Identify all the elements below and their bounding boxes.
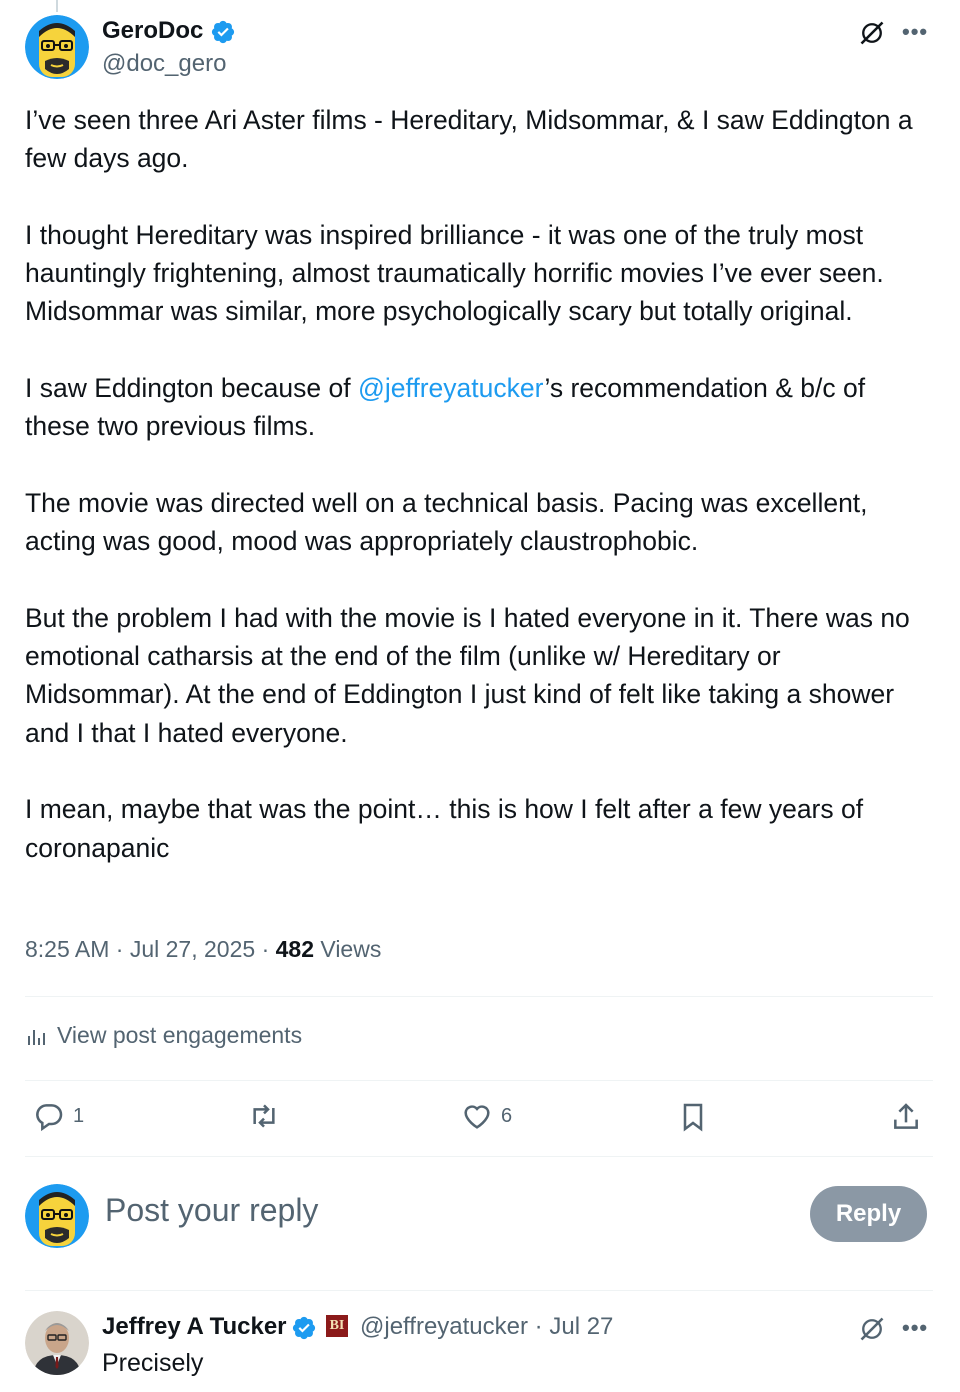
verified-badge-icon: [211, 20, 235, 44]
more-icon[interactable]: •••: [902, 1315, 928, 1341]
divider: [25, 1156, 933, 1157]
reply-submit-button[interactable]: Reply: [810, 1186, 927, 1242]
views-count: 482: [275, 936, 314, 962]
grok-icon[interactable]: [858, 19, 886, 47]
reply-icon: [36, 1104, 63, 1132]
reply-input[interactable]: Post your reply: [105, 1192, 318, 1229]
reply-date[interactable]: Jul 27: [549, 1313, 613, 1340]
mention-link[interactable]: @jeffreyatucker: [358, 373, 544, 403]
like-count: 6: [501, 1104, 513, 1127]
post-text: I’ve seen three Ari Aster films - Heredi…: [25, 101, 935, 867]
thread-connector: [56, 0, 58, 12]
repost-icon: [253, 1104, 275, 1128]
bookmark-icon: [683, 1103, 703, 1132]
reply-button[interactable]: 1: [33, 1100, 84, 1132]
more-icon[interactable]: •••: [902, 19, 928, 45]
post-paragraph: I’ve seen three Ari Aster films - Heredi…: [25, 105, 913, 174]
verified-badge-icon: [292, 1316, 316, 1340]
divider: [25, 996, 933, 997]
affiliation-badge[interactable]: BI: [326, 1315, 348, 1337]
bookmark-button[interactable]: [677, 1100, 709, 1134]
meta-separator: ·: [115, 936, 124, 962]
like-button[interactable]: 6: [461, 1100, 512, 1132]
reply-author-meta: @jeffreyatucker · Jul 27: [360, 1313, 613, 1341]
repost-button[interactable]: [247, 1100, 281, 1132]
divider: [25, 1290, 933, 1291]
views-label: Views: [320, 936, 382, 962]
author-handle[interactable]: @doc_gero: [102, 50, 226, 78]
reply-count: 1: [73, 1104, 85, 1127]
post-paragraph: I mean, maybe that was the point… this i…: [25, 794, 864, 863]
reply-author-handle[interactable]: @jeffreyatucker: [360, 1313, 528, 1340]
post-time[interactable]: 8:25 AM: [25, 936, 109, 962]
post-meta: 8:25 AM · Jul 27, 2025 · 482 Views: [25, 936, 381, 963]
author-name[interactable]: GeroDoc: [102, 17, 203, 45]
reply-author-avatar[interactable]: [25, 1311, 89, 1375]
grok-icon[interactable]: [858, 1315, 886, 1343]
post-date[interactable]: Jul 27, 2025: [130, 936, 255, 962]
meta-separator: ·: [261, 936, 270, 962]
heart-icon: [464, 1105, 490, 1129]
meta-separator: ·: [534, 1313, 543, 1340]
post-paragraph: The movie was directed well on a technic…: [25, 487, 868, 557]
share-icon: [894, 1103, 918, 1129]
view-engagements-link[interactable]: View post engagements: [25, 1022, 302, 1049]
divider: [25, 1080, 933, 1081]
post-paragraph: But the problem I had with the movie is …: [25, 602, 910, 748]
reply-text: Precisely: [102, 1349, 204, 1377]
post-paragraph: I saw Eddington because of @jeffreyatuck…: [25, 373, 866, 442]
reply-author-name[interactable]: Jeffrey A Tucker: [102, 1313, 287, 1341]
post-paragraph: I thought Hereditary was inspired brilli…: [25, 219, 884, 327]
engagements-label: View post engagements: [57, 1022, 303, 1048]
analytics-icon: [28, 1029, 45, 1045]
author-avatar[interactable]: [25, 15, 89, 79]
share-button[interactable]: [890, 1100, 922, 1134]
my-avatar[interactable]: [25, 1184, 89, 1248]
